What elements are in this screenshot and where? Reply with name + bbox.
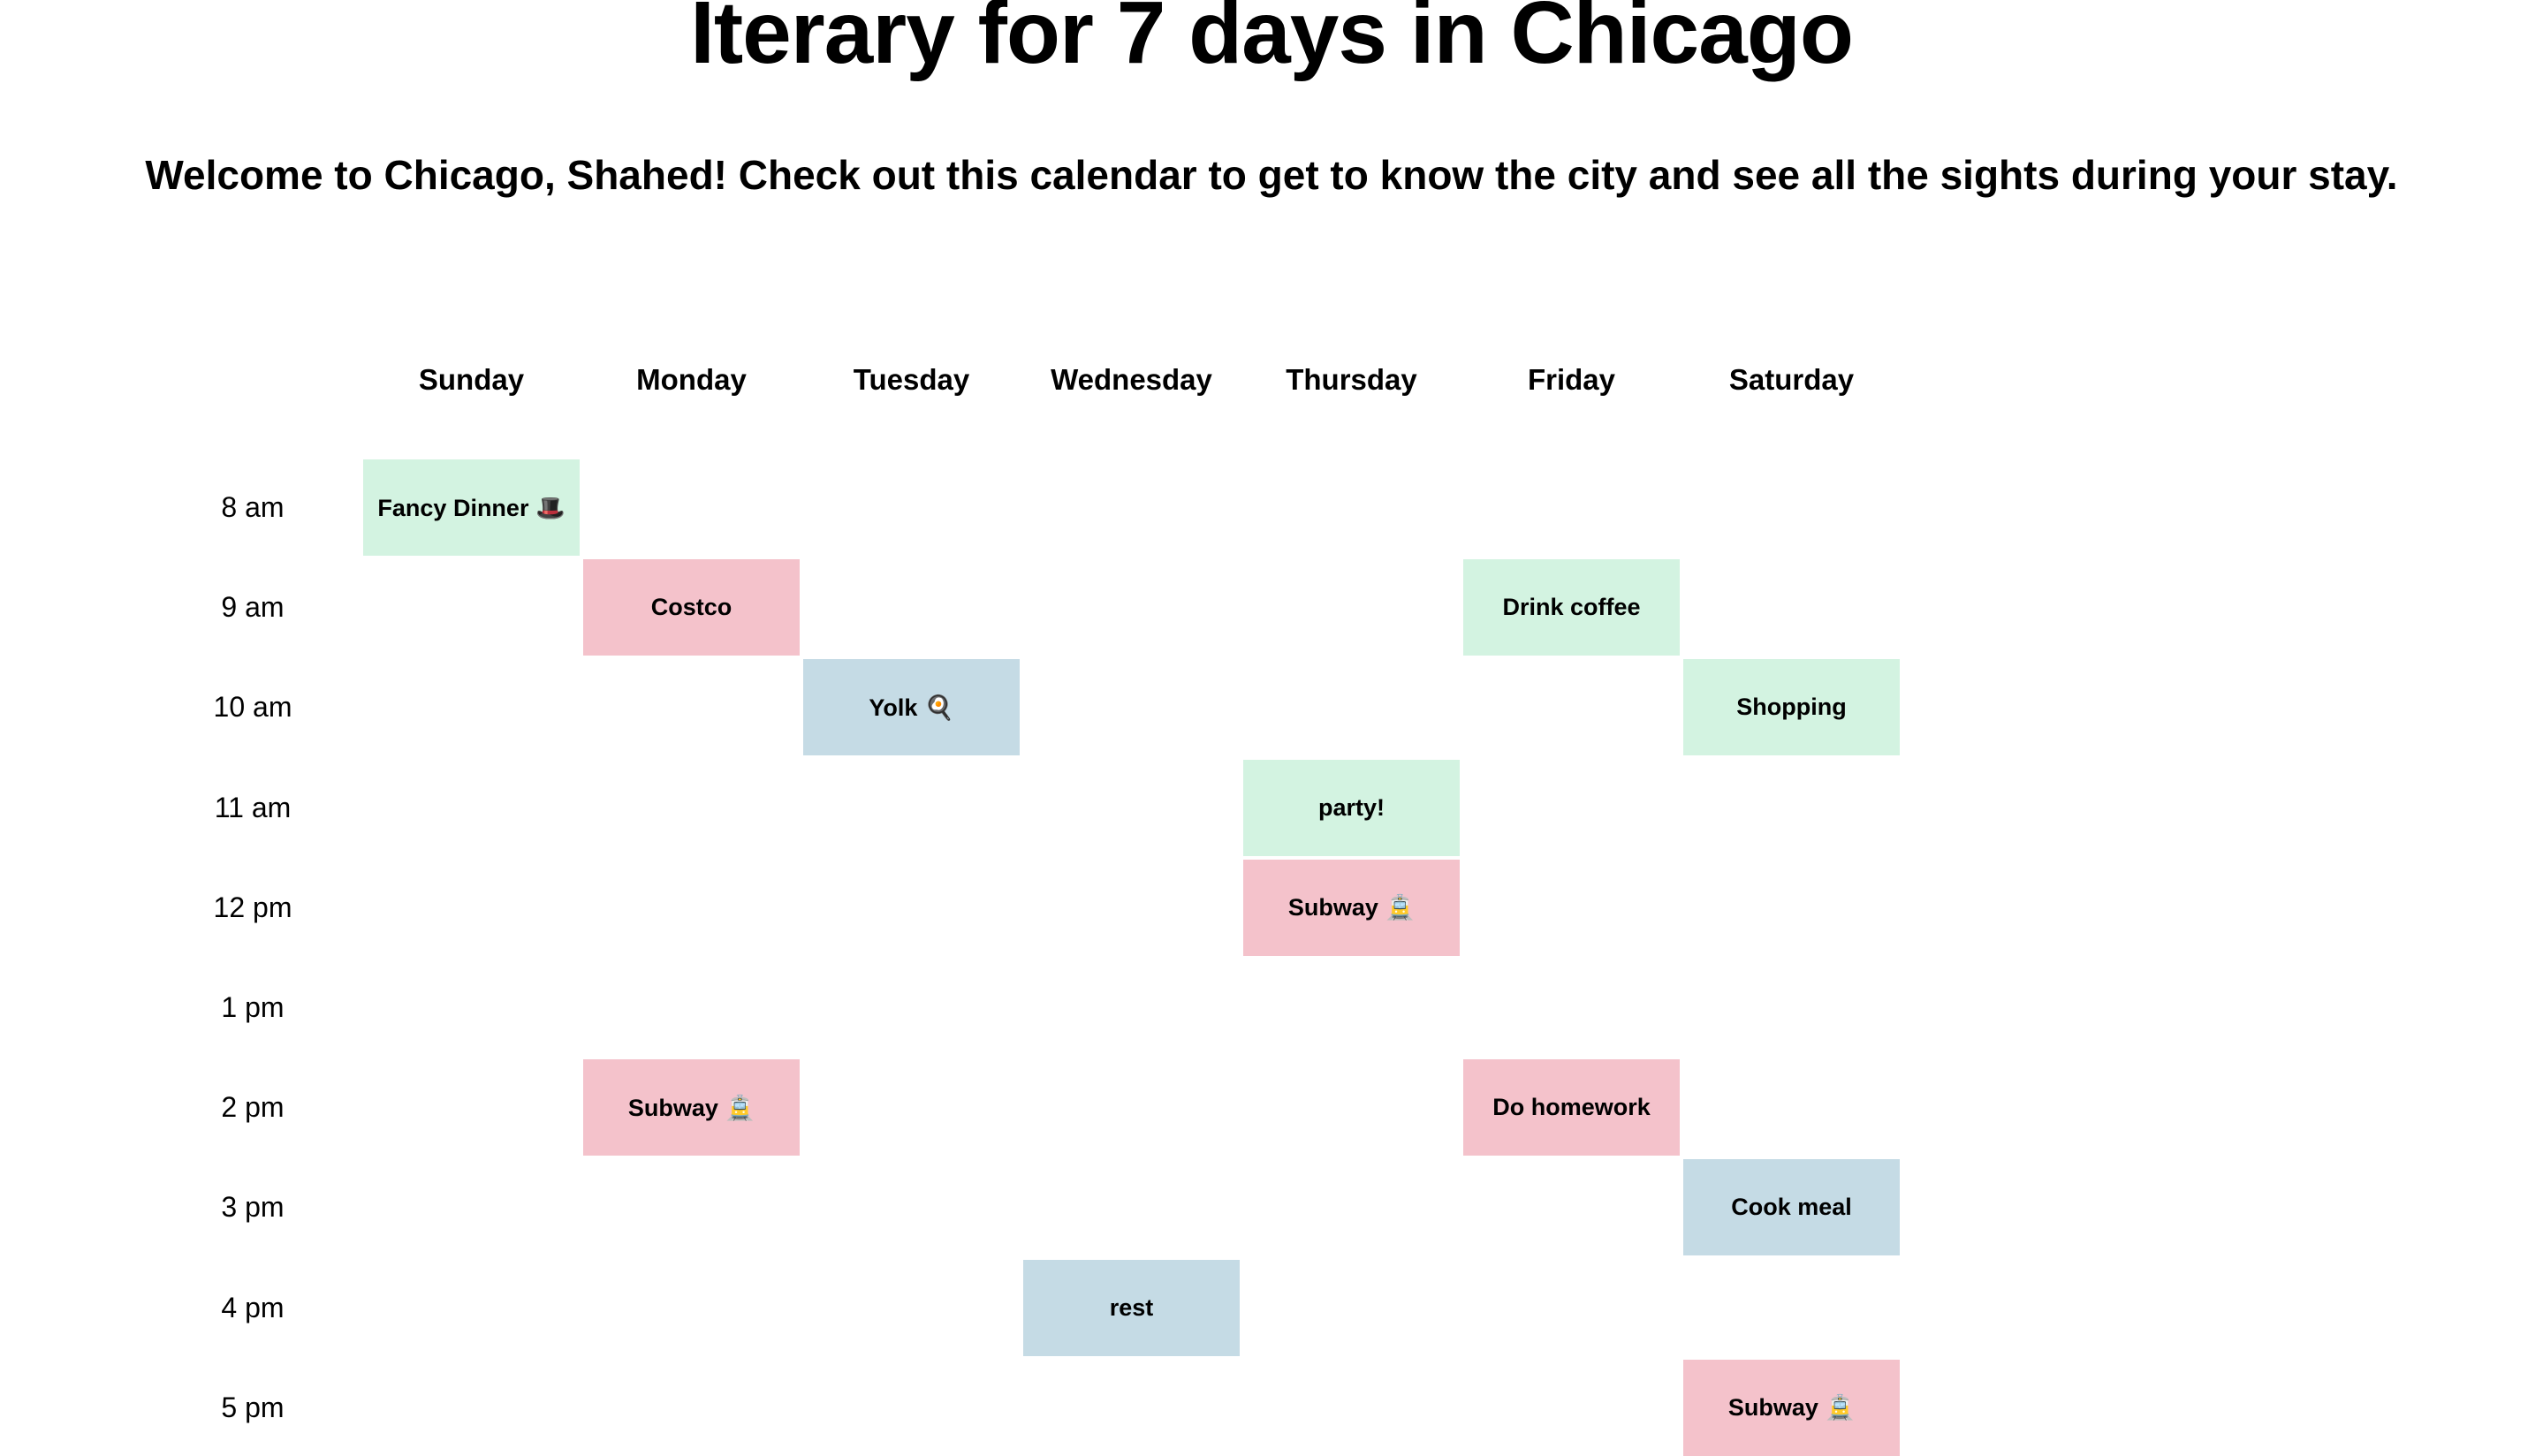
event-label: rest — [1109, 1293, 1154, 1321]
time-label: 5 pm — [221, 1391, 285, 1423]
event-label: Subway 🚊 — [627, 1094, 755, 1121]
event-label: Cook meal — [1731, 1194, 1852, 1221]
day-header-wednesday: Wednesday — [1051, 363, 1212, 396]
event-block[interactable]: Cook meal — [1683, 1159, 1900, 1256]
day-header-sunday: Sunday — [418, 363, 525, 396]
time-label: 9 am — [221, 591, 285, 624]
event-block[interactable]: party! — [1243, 759, 1460, 856]
event-label: party! — [1317, 793, 1385, 821]
event-label: Yolk 🍳 — [869, 694, 954, 721]
event-block[interactable]: Do homework — [1463, 1059, 1680, 1156]
event-block[interactable]: rest — [1023, 1259, 1240, 1356]
event-block[interactable]: Yolk 🍳 — [803, 659, 1020, 756]
day-header-thursday: Thursday — [1286, 363, 1417, 396]
day-header-tuesday: Tuesday — [853, 363, 970, 396]
event-label: Fancy Dinner 🎩 — [377, 494, 566, 521]
event-block[interactable]: Subway 🚊 — [1683, 1359, 1900, 1456]
event-label: Do homework — [1492, 1094, 1651, 1121]
event-block[interactable]: Costco — [583, 559, 800, 656]
time-label: 8 am — [221, 491, 285, 523]
day-header-saturday: Saturday — [1728, 363, 1855, 396]
time-label: 11 am — [214, 791, 292, 823]
welcome-subtitle: Welcome to Chicago, Shahed! Check out th… — [145, 152, 2398, 198]
time-label: 1 pm — [221, 991, 285, 1023]
event-block[interactable]: Fancy Dinner 🎩 — [363, 459, 580, 556]
event-block[interactable]: Subway 🚊 — [583, 1059, 800, 1156]
time-label: 10 am — [213, 691, 292, 724]
time-label: 2 pm — [221, 1091, 285, 1124]
event-label: Subway 🚊 — [1287, 894, 1416, 921]
event-block[interactable]: Subway 🚊 — [1243, 859, 1460, 956]
event-label: Subway 🚊 — [1727, 1394, 1856, 1422]
time-label: 4 pm — [221, 1291, 285, 1323]
time-label: 12 pm — [213, 891, 292, 923]
event-label: Costco — [650, 594, 733, 621]
day-header-friday: Friday — [1527, 363, 1616, 396]
page-title: Iterary for 7 days in Chicago — [690, 0, 1854, 82]
event-label: Shopping — [1736, 694, 1847, 721]
event-label: Drink coffee — [1502, 594, 1641, 621]
time-label: 3 pm — [221, 1191, 285, 1224]
event-block[interactable]: Shopping — [1683, 659, 1900, 756]
event-block[interactable]: Drink coffee — [1463, 559, 1680, 656]
day-header-monday: Monday — [636, 363, 747, 396]
